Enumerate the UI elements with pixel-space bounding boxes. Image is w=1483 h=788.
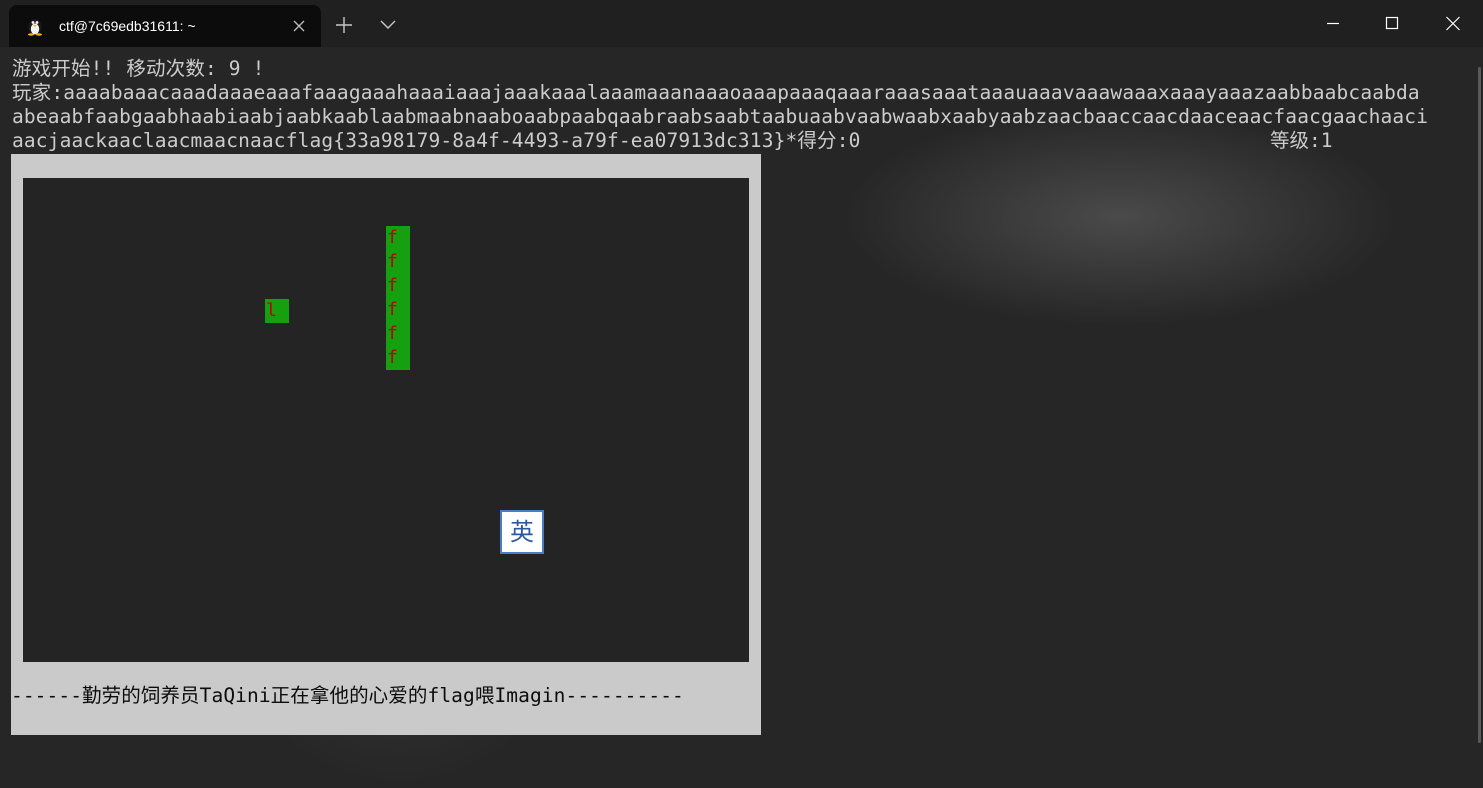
minimize-button[interactable] bbox=[1310, 0, 1356, 47]
chevron-down-icon bbox=[380, 20, 396, 29]
game-field: f f f f f f l 英 bbox=[23, 178, 749, 662]
footer-text: ------勤劳的饲养员TaQini正在拿他的心爱的flag喂Imagin---… bbox=[11, 684, 684, 707]
snake-segment: f bbox=[386, 274, 410, 298]
snake-segment: f bbox=[386, 226, 410, 250]
title-bar: ctf@7c69edb31611: ~ bbox=[0, 0, 1483, 47]
new-tab-icon bbox=[336, 17, 352, 33]
close-window-button[interactable] bbox=[1430, 0, 1476, 47]
snake-segment: f bbox=[386, 322, 410, 346]
game-panel: f f f f f f l 英 ------勤劳的饲养员TaQini正在拿他的心… bbox=[11, 154, 761, 735]
game-status-line: 游戏开始!! 移动次数: 9 ! bbox=[12, 57, 265, 80]
tab-close-icon[interactable] bbox=[292, 19, 306, 33]
terminal-tab[interactable]: ctf@7c69edb31611: ~ bbox=[9, 5, 321, 47]
close-icon bbox=[1446, 16, 1460, 31]
tab-dropdown-button[interactable] bbox=[366, 0, 410, 47]
ime-indicator[interactable]: 英 bbox=[500, 510, 544, 554]
player-line-cont: abeaabfaabgaabhaabiaabjaabkaablaabmaabna… bbox=[12, 105, 1429, 128]
snake-segment: f bbox=[386, 346, 410, 370]
level-label: 等级:1 bbox=[1270, 129, 1333, 152]
tab-title: ctf@7c69edb31611: ~ bbox=[59, 18, 196, 34]
maximize-icon bbox=[1385, 16, 1399, 30]
linux-penguin-icon bbox=[28, 19, 42, 36]
snake-segment: f bbox=[386, 298, 410, 322]
scrollbar[interactable] bbox=[1478, 67, 1481, 743]
player-line: 玩家:aaaabaaacaaadaaaeaaafaaagaaahaaaiaaaj… bbox=[12, 81, 1420, 104]
new-tab-button[interactable] bbox=[322, 0, 366, 47]
food-item: l bbox=[265, 299, 289, 323]
minimize-icon bbox=[1327, 22, 1339, 25]
flag-score-line: aacjaackaaclaacmaacnaacflag{33a98179-8a4… bbox=[12, 129, 861, 152]
maximize-button[interactable] bbox=[1369, 0, 1415, 47]
terminal-output[interactable]: 游戏开始!! 移动次数: 9 ! 玩家:aaaabaaacaaadaaaeaaa… bbox=[0, 47, 1483, 788]
snake-segment: f bbox=[386, 250, 410, 274]
